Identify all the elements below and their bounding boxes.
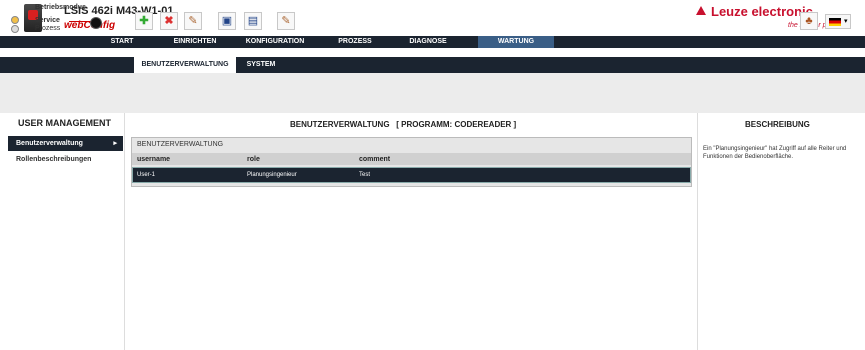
page-title: BENUTZERVERWALTUNG [ PROGRAMM: CODEREADE…	[290, 120, 517, 129]
tab-einrichten[interactable]: EINRICHTEN	[164, 36, 226, 48]
tab-diagnose[interactable]: DIAGNOSE	[396, 36, 460, 48]
tab-konfiguration[interactable]: KONFIGURATION	[234, 36, 316, 48]
main-nav: START EINRICHTEN KONFIGURATION PROZESS D…	[0, 36, 865, 48]
column-header-role[interactable]: role	[247, 156, 260, 163]
mode-process-label: Prozess	[35, 25, 61, 32]
menu-item-rollenbeschreibungen[interactable]: Rollenbeschreibungen	[16, 156, 91, 163]
pencil-role-icon: ✎	[281, 15, 291, 27]
german-flag-icon	[829, 18, 841, 26]
import-button[interactable]: ▣	[218, 12, 236, 30]
edit-role-button[interactable]: ✎	[277, 12, 295, 30]
pencil-icon: ✎	[188, 15, 198, 27]
brand-logo: Leuze electronic	[696, 4, 813, 19]
tab-prozess[interactable]: PROZESS	[326, 36, 384, 48]
language-select[interactable]: ▾	[825, 14, 851, 29]
toolbar-area	[0, 73, 865, 113]
brand-name: Leuze electronic	[711, 4, 813, 19]
chevron-down-icon: ▾	[844, 18, 848, 25]
menu-item-benutzerverwaltung[interactable]: Benutzerverwaltung ▸	[8, 136, 123, 151]
delete-icon: ✖	[164, 15, 174, 27]
edit-user-button[interactable]: ✎	[184, 12, 202, 30]
export-button[interactable]: ▤	[244, 12, 262, 30]
cell-role: Planungsingenieur	[247, 172, 297, 178]
chevron-right-icon: ▸	[113, 140, 117, 147]
brand-triangle-icon	[696, 6, 706, 15]
service-led-icon	[11, 16, 19, 24]
import-icon: ▣	[221, 15, 233, 27]
sub-nav: BENUTZERVERWALTUNG SYSTEM	[0, 57, 865, 73]
description-text: Ein "Planungsingenieur" hat Zugriff auf …	[703, 146, 847, 160]
menu-item-label: Benutzerverwaltung	[16, 140, 83, 147]
cell-comment: Test	[359, 172, 371, 178]
mode-service-label: Service	[35, 17, 60, 24]
delete-user-button[interactable]: ✖	[160, 12, 178, 30]
add-user-button[interactable]: ✚	[135, 12, 153, 30]
plus-icon: ✚	[139, 15, 149, 27]
tab-system[interactable]: SYSTEM	[242, 57, 280, 73]
users-button[interactable]: ♣	[800, 12, 818, 30]
cell-username: User-1	[137, 172, 156, 178]
tab-wartung[interactable]: WARTUNG	[478, 36, 554, 48]
tab-benutzerverwaltung[interactable]: BENUTZERVERWALTUNG	[134, 57, 236, 73]
table-title: BENUTZERVERWALTUNG	[137, 141, 224, 148]
description-title: BESCHREIBUNG	[745, 120, 810, 129]
users-icon: ♣	[805, 15, 813, 27]
process-led-icon	[11, 25, 19, 33]
table-header-row	[132, 153, 691, 165]
left-panel-title: USER MANAGEMENT	[18, 118, 112, 128]
column-header-comment[interactable]: comment	[359, 156, 390, 163]
column-header-username[interactable]: username	[137, 156, 170, 163]
mode-switch[interactable]	[90, 17, 102, 29]
tab-start[interactable]: START	[96, 36, 148, 48]
table-row[interactable]	[132, 167, 691, 183]
operating-mode-title: Betriebsmodus	[35, 4, 86, 11]
mode-indicator-line	[69, 21, 91, 22]
export-icon: ▤	[247, 15, 259, 27]
